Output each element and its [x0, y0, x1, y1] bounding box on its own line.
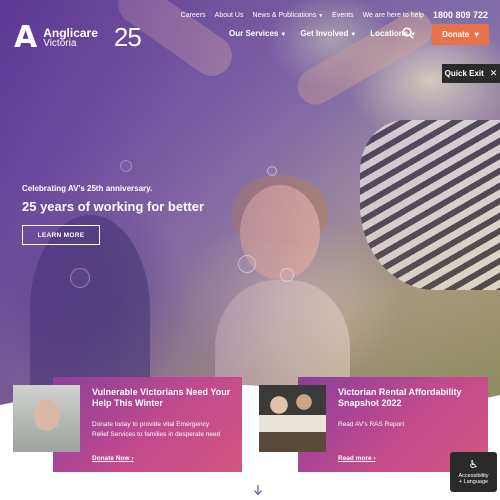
hero-title: 25 years of working for better — [22, 199, 205, 214]
site-logo[interactable]: A Anglicare Victoria 25 — [14, 19, 142, 55]
nav-services-label: Our Services — [229, 29, 279, 38]
nav-careers[interactable]: Careers — [181, 12, 206, 19]
accessibility-icon: ♿︎ — [468, 459, 479, 472]
phone-link[interactable]: 1800 809 722 — [433, 10, 488, 20]
logo-brand-line2: Victoria — [43, 37, 77, 49]
card-title: Vulnerable Victorians Need Your Help Thi… — [92, 387, 231, 409]
quick-exit-button[interactable]: Quick Exit ✕ — [442, 64, 500, 83]
nav-news-label: News & Publications — [252, 11, 317, 19]
logo-brand-line1: Anglicare — [43, 25, 98, 40]
read-more-link[interactable]: Read more › — [338, 455, 376, 462]
card-body: Donate today to provide vital Emergency … — [92, 421, 221, 438]
anglicare-logo-icon: A — [14, 19, 38, 55]
card-link-label: Read more — [338, 455, 372, 462]
card-title: Victorian Rental Affordability Snapshot … — [338, 387, 462, 409]
arrow-right-icon: › — [373, 455, 376, 462]
card-body: Read AV's RAS Report — [338, 421, 405, 428]
winter-appeal-card: Vulnerable Victorians Need Your Help Thi… — [53, 377, 242, 472]
utility-nav: Careers About Us News & Publications ▼ E… — [181, 10, 488, 20]
nav-our-services[interactable]: Our Services ▼ — [229, 29, 286, 38]
chevron-down-icon: ▼ — [280, 32, 287, 38]
main-nav: Our Services ▼ Get Involved ▼ Locations ▼ — [229, 29, 416, 38]
close-icon: ✕ — [489, 68, 498, 78]
nav-involved-label: Get Involved — [300, 29, 349, 38]
hero-subtitle: Celebrating AV's 25th anniversary. — [22, 184, 153, 193]
quick-exit-label: Quick Exit — [444, 69, 484, 78]
chevron-down-icon: ▼ — [318, 12, 324, 19]
hero-text: Celebrating AV's 25th anniversary. 25 ye… — [22, 184, 204, 214]
nav-get-involved[interactable]: Get Involved ▼ — [300, 29, 356, 38]
nav-about[interactable]: About Us — [215, 12, 244, 19]
family-at-table-photo — [259, 385, 326, 452]
learn-more-button[interactable]: LEARN MORE — [22, 225, 100, 245]
heart-icon: ♥ — [474, 30, 479, 39]
accessibility-language-button[interactable]: ♿︎ Accessibility + Language — [450, 452, 497, 492]
donate-now-link[interactable]: Donate Now › — [92, 455, 134, 462]
card-link-label: Donate Now — [92, 455, 130, 462]
help-text: We are here to help — [362, 11, 424, 19]
search-icon[interactable] — [402, 27, 414, 39]
anniversary-logo: 25 — [113, 22, 142, 52]
donate-button[interactable]: Donate ♥ — [432, 24, 489, 45]
arrow-down-icon[interactable] — [253, 484, 263, 496]
chevron-down-icon: ▼ — [350, 32, 357, 38]
elderly-woman-photo — [13, 385, 80, 452]
a11y-label-line2: + Language — [458, 478, 489, 485]
arrow-right-icon: › — [131, 455, 134, 462]
donate-label: Donate — [442, 30, 470, 39]
nav-events[interactable]: Events — [332, 12, 353, 19]
nav-news[interactable]: News & Publications ▼ — [252, 12, 323, 19]
